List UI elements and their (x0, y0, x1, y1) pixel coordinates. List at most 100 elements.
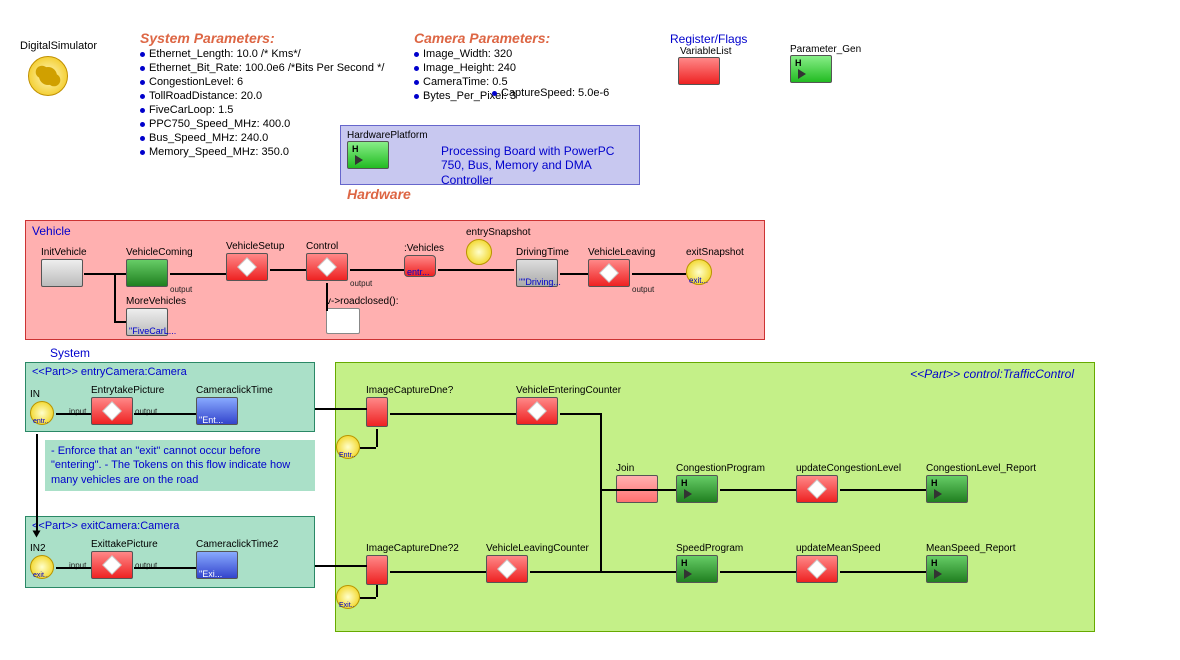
entr-sub: entr... (407, 267, 430, 277)
update-congestion-icon (796, 475, 838, 503)
control-icon (306, 253, 348, 281)
road-closed-node[interactable]: v->roadclosed(): (326, 296, 399, 337)
driving-time-label: DrivingTime (516, 247, 569, 258)
more-sub: "FiveCarL... (129, 326, 176, 336)
exit-sub: exit... (689, 276, 708, 285)
hardware-container: HardwarePlatform H Processing Board with… (340, 125, 640, 185)
image-capture-entry-icon (366, 397, 388, 427)
driving-time-icon: ""Driving... (516, 259, 558, 287)
exit-in2-node[interactable]: IN2 exit.. (30, 543, 54, 582)
entr-yellow-icon: Entr.. (336, 435, 360, 459)
param-item: FiveCarLoop: 1.5 (140, 104, 384, 116)
flow-note: - Enforce that an "exit" cannot occur be… (45, 440, 315, 491)
exit-take-picture-node[interactable]: ExittakePicture input output (91, 539, 158, 582)
in-icon: entr.. (30, 401, 54, 425)
register-flags: Register/Flags VariableList (670, 32, 747, 88)
congestion-program-icon: H (676, 475, 718, 503)
hw-platform-text: HardwarePlatform (347, 130, 428, 141)
in2-icon: exit.. (30, 555, 54, 579)
click-sub2: "Exi... (199, 569, 222, 579)
vehicles-label: :Vehicles (404, 243, 444, 254)
param-item: Ethernet_Length: 10.0 /* Kms*/ (140, 48, 384, 60)
exit-snapshot-icon: exit... (686, 259, 712, 285)
camera-params-title: Camera Parameters: (414, 30, 550, 46)
road-closed-label: v->roadclosed(): (326, 296, 399, 307)
image-capture-exit-node[interactable]: ImageCaptureDne?2 (366, 543, 459, 588)
variable-list-icon[interactable] (678, 57, 720, 85)
more-vehicles-label: MoreVehicles (126, 296, 186, 307)
camera-click-time2-icon: "Exi... (196, 551, 238, 579)
entry-snapshot-icon (466, 239, 492, 265)
vehicle-entering-counter-icon (516, 397, 558, 425)
entr-sub: Entr.. (339, 452, 355, 459)
road-closed-icon (326, 308, 360, 334)
param-item: Image_Height: 240 (414, 62, 550, 74)
entry-in-node[interactable]: IN entr.. (30, 389, 54, 428)
update-congestion-label: updateCongestionLevel (796, 463, 901, 474)
camera-click-time-icon: "Ent... (196, 397, 238, 425)
variable-list-label: VariableList (680, 46, 747, 57)
exit-camera-container: <<Part>> exitCamera:Camera IN2 exit.. Ex… (25, 516, 315, 588)
speed-program-node[interactable]: SpeedProgram H (676, 543, 743, 586)
speed-report-node[interactable]: MeanSpeed_Report H (926, 543, 1016, 586)
control-node[interactable]: Control output (306, 241, 348, 284)
system-params-title: System Parameters: (140, 30, 384, 46)
image-capture-exit-label: ImageCaptureDne?2 (366, 543, 459, 554)
in2-label: IN2 (30, 543, 54, 554)
init-vehicle-label: InitVehicle (41, 247, 87, 258)
vehicle-leaving-counter-label: VehicleLeavingCounter (486, 543, 589, 554)
image-capture-entry-node[interactable]: ImageCaptureDne? (366, 385, 453, 430)
vehicle-leaving-counter-node[interactable]: VehicleLeavingCounter (486, 543, 589, 586)
camera-click-time2-label: CameraclickTime2 (196, 539, 278, 550)
output-port: output (350, 279, 372, 288)
more-vehicles-node[interactable]: MoreVehicles "FiveCarL... (126, 296, 186, 339)
exit-sub: Exit.. (339, 602, 355, 609)
congestion-program-label: CongestionProgram (676, 463, 765, 474)
congestion-program-node[interactable]: CongestionProgram H (676, 463, 765, 506)
vehicle-coming-node[interactable]: VehicleComing output (126, 247, 193, 290)
update-congestion-node[interactable]: updateCongestionLevel (796, 463, 901, 506)
exit-yellow-node[interactable]: Exit.. (336, 585, 360, 612)
camera-click-time2-node[interactable]: CameraclickTime2 "Exi... (196, 539, 278, 582)
vehicle-leaving-label: VehicleLeaving (588, 247, 655, 258)
camera-click-time-label: CameraclickTime (196, 385, 273, 396)
vehicle-setup-label: VehicleSetup (226, 241, 284, 252)
capture-speed: CaptureSpeed: 5.0e-6 (492, 87, 609, 99)
vehicle-entering-counter-label: VehicleEnteringCounter (516, 385, 621, 396)
vehicles-node[interactable]: :Vehicles entr... (404, 243, 444, 280)
join-node[interactable]: Join (616, 463, 658, 506)
speed-report-icon: H (926, 555, 968, 583)
click-sub: "Ent... (199, 415, 223, 425)
init-vehicle-node[interactable]: InitVehicle (41, 247, 87, 290)
vehicle-leaving-node[interactable]: VehicleLeaving output (588, 247, 655, 290)
speed-report-label: MeanSpeed_Report (926, 543, 1016, 554)
camera-click-time-node[interactable]: CameraclickTime "Ent... (196, 385, 273, 428)
update-speed-icon (796, 555, 838, 583)
vehicle-leaving-counter-icon (486, 555, 528, 583)
hardware-title: Hardware (347, 186, 411, 202)
capture-speed-value: CaptureSpeed: 5.0e-6 (501, 87, 609, 99)
hw-platform-icon[interactable]: H (347, 141, 389, 169)
driving-time-node[interactable]: DrivingTime ""Driving... (516, 247, 569, 290)
entry-camera-container: <<Part>> entryCamera:Camera IN entr.. En… (25, 362, 315, 432)
control-container: <<Part>> control:TrafficControl ImageCap… (335, 362, 1095, 632)
param-gen-label: Parameter_Gen (790, 44, 861, 55)
vehicle-entering-counter-node[interactable]: VehicleEnteringCounter (516, 385, 621, 428)
param-item: TollRoadDistance: 20.0 (140, 90, 384, 102)
output-port: output (170, 285, 192, 294)
update-speed-node[interactable]: updateMeanSpeed (796, 543, 881, 586)
hw-platform-label: HardwarePlatform H (347, 130, 428, 172)
vehicle-leaving-icon (588, 259, 630, 287)
more-vehicles-icon: "FiveCarL... (126, 308, 168, 336)
exit-snapshot-node[interactable]: exitSnapshot exit... (686, 247, 744, 288)
exit-yellow-icon: Exit.. (336, 585, 360, 609)
vehicle-coming-icon (126, 259, 168, 287)
param-gen-icon[interactable]: H (790, 55, 832, 83)
congestion-report-node[interactable]: CongestionLevel_Report H (926, 463, 1036, 506)
simulator-label: DigitalSimulator (20, 40, 97, 52)
param-item: Image_Width: 320 (414, 48, 550, 60)
vehicle-setup-node[interactable]: VehicleSetup (226, 241, 284, 284)
entr-yellow-node[interactable]: Entr.. (336, 435, 360, 462)
entry-take-picture-node[interactable]: EntrytakePicture input output (91, 385, 164, 428)
entr-sub: entr.. (33, 418, 49, 425)
